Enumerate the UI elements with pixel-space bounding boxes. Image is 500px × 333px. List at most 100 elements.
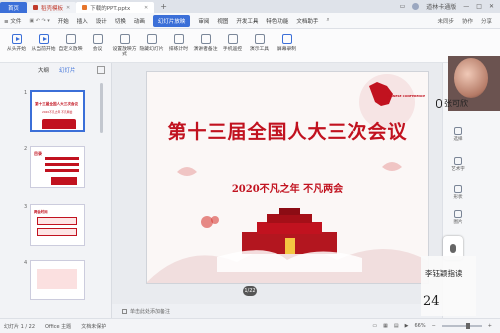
panel-picture[interactable]: 图片 [447,210,469,225]
custom-show-button[interactable]: 自定义放映 [57,34,84,52]
phone-icon [227,34,238,44]
tab-slides[interactable]: 幻灯片 [59,66,76,74]
sidebar-scrollbar[interactable] [100,83,103,133]
play-from-start-button[interactable]: 从头开始 [3,34,30,52]
tab-outline[interactable]: 大纲 [38,66,49,74]
app-window: 首页 稻壳模板 ✕ 下载的PPT.pptx ✕ + ▭ 道林卡通版 — □ ✕ … [0,0,500,333]
panel-select[interactable]: 选择 [447,127,469,142]
menu-item[interactable]: 设计 [96,17,107,25]
phone-remote-button[interactable]: 手机遥控 [219,34,246,52]
panel-wordart[interactable]: 艺术字 [447,157,469,172]
slide-subtitle[interactable]: 2020不凡之年 不凡两会 [147,180,428,195]
thumb-row: 4 [24,260,85,300]
status-right: ▭ ▦ ▤ ▶ 66% − + [372,323,500,329]
panel-shape[interactable]: 形状 [447,185,469,200]
slide-thumbnail-4[interactable] [30,260,85,300]
doc-status[interactable]: 文档未保护 [81,323,106,330]
screen-record-button[interactable]: 屏幕录制 [273,34,300,52]
tab-home-label: 首页 [8,5,20,12]
rehearse-timing-button[interactable]: 排练计时 [165,34,192,52]
zoom-out-icon[interactable]: − [432,323,436,329]
quick-access-icons[interactable]: ▣ ↶ ↷ ▾ [29,18,49,24]
sync-status[interactable]: 未同步 [437,17,454,25]
microphone-icon [450,243,456,253]
slide-thumbnail-2[interactable]: 目录 [30,146,85,188]
zoom-slider[interactable] [441,323,482,329]
thumb-bar-art [45,157,79,160]
menu-item[interactable]: 切换 [115,17,126,25]
tool-label: 设置放映方式 [112,47,137,58]
close-window-icon[interactable]: ✕ [489,3,494,10]
current-slide[interactable]: CHINESE CONFERENCE 第十三届全国人大三次会议 2020不凡之年… [146,71,429,284]
panel-label: 选择 [453,137,463,142]
menu-item-slideshow[interactable]: 幻灯片放映 [152,14,191,27]
search-icon[interactable]: ⌕ [326,17,329,24]
collapse-icon[interactable] [97,65,105,74]
setup-icon [119,34,130,44]
thumb-box-art [37,269,77,289]
user-avatar[interactable] [412,3,420,10]
menu-item[interactable]: 文档助手 [296,17,318,25]
play-icon[interactable]: ▶ [405,323,409,329]
slide-thumbnail-1[interactable]: 第十三届全国人大三次会议 2020不凡之年 不凡两会 [30,90,85,132]
layout-icon[interactable]: ▭ [400,3,406,10]
tool-label: 手机遥控 [222,47,243,52]
thumb-box-art [37,228,77,236]
slide-title[interactable]: 第十三届全国人大三次会议 [147,117,428,144]
minimize-icon[interactable]: — [463,3,469,10]
menu-item[interactable]: 特色功能 [266,17,288,25]
tab-file-label: 下载的PPT.pptx [90,5,131,12]
hide-slide-button[interactable]: 隐藏幻灯片 [138,34,165,52]
thumb-row: 2 目录 [24,146,85,188]
thumb-subtitle: 2020不凡之年 不凡两会 [42,110,73,114]
shape-icon [454,185,462,193]
menu-file-label: 文件 [10,18,22,25]
tab-home[interactable]: 首页 [0,2,28,13]
view-grid-icon[interactable]: ▦ [383,323,388,329]
slide-background-art [147,74,428,283]
view-normal-icon[interactable]: ▭ [372,323,377,329]
menu-item[interactable]: 审阅 [198,17,209,25]
microphone-icon [436,99,442,108]
menu-item[interactable]: 开发工具 [236,17,258,25]
meeting-button[interactable]: 会议 [84,34,111,52]
menu-item[interactable]: 动画 [134,17,145,25]
tool-label: 排练计时 [168,47,189,52]
notes-icon [122,308,127,314]
maximize-icon[interactable]: □ [476,3,482,10]
menu-item[interactable]: 插入 [77,17,88,25]
user-name[interactable]: 道林卡通版 [426,2,456,11]
thumb-number: 1 [24,90,28,96]
new-tab-icon[interactable]: + [160,2,167,11]
play-from-current-button[interactable]: 从当前开始 [30,34,57,52]
menu-right: 未同步 协作 分享 [437,17,500,25]
menu-file[interactable]: ≡ 文件 [4,17,21,25]
view-read-icon[interactable]: ▤ [394,323,399,329]
menu-item[interactable]: 开始 [58,17,69,25]
setup-show-button[interactable]: 设置放映方式 [111,34,138,57]
collab-button[interactable]: 协作 [462,17,473,25]
panel-label: 图片 [453,220,463,225]
thumb-row: 1 第十三届全国人大三次会议 2020不凡之年 不凡两会 [24,90,85,132]
close-icon[interactable]: ✕ [66,5,70,11]
slide-thumbnail-3[interactable]: 两会时间 [30,204,85,246]
ppt-file-icon [82,5,88,10]
tool-label: 隐藏幻灯片 [139,47,164,52]
menu-item[interactable]: 视图 [217,17,228,25]
sidebar-tabs: 大纲 幻灯片 [0,63,111,76]
zoom-in-icon[interactable]: + [488,323,492,329]
share-button[interactable]: 分享 [481,17,492,25]
tool-label: 屏幕录制 [276,47,297,52]
speaker-notes-button[interactable]: 演讲者备注 [192,34,219,52]
thumb-gate-art [51,177,77,185]
tab-doc-template[interactable]: 稻壳模板 ✕ [27,2,77,13]
record-icon [281,34,292,44]
tab-doc-template-label: 稻壳模板 [41,5,64,12]
notes-area[interactable]: 单击此处添加备注 [112,304,442,318]
zoom-level[interactable]: 66% [414,323,425,329]
presenter-tools-button[interactable]: 演示工具 [246,34,273,52]
close-icon[interactable]: ✕ [144,5,148,11]
tab-file[interactable]: 下载的PPT.pptx ✕ [76,2,155,13]
tool-label: 自定义放映 [58,47,83,52]
sticker-text: 李钰颖指读 [425,269,463,278]
